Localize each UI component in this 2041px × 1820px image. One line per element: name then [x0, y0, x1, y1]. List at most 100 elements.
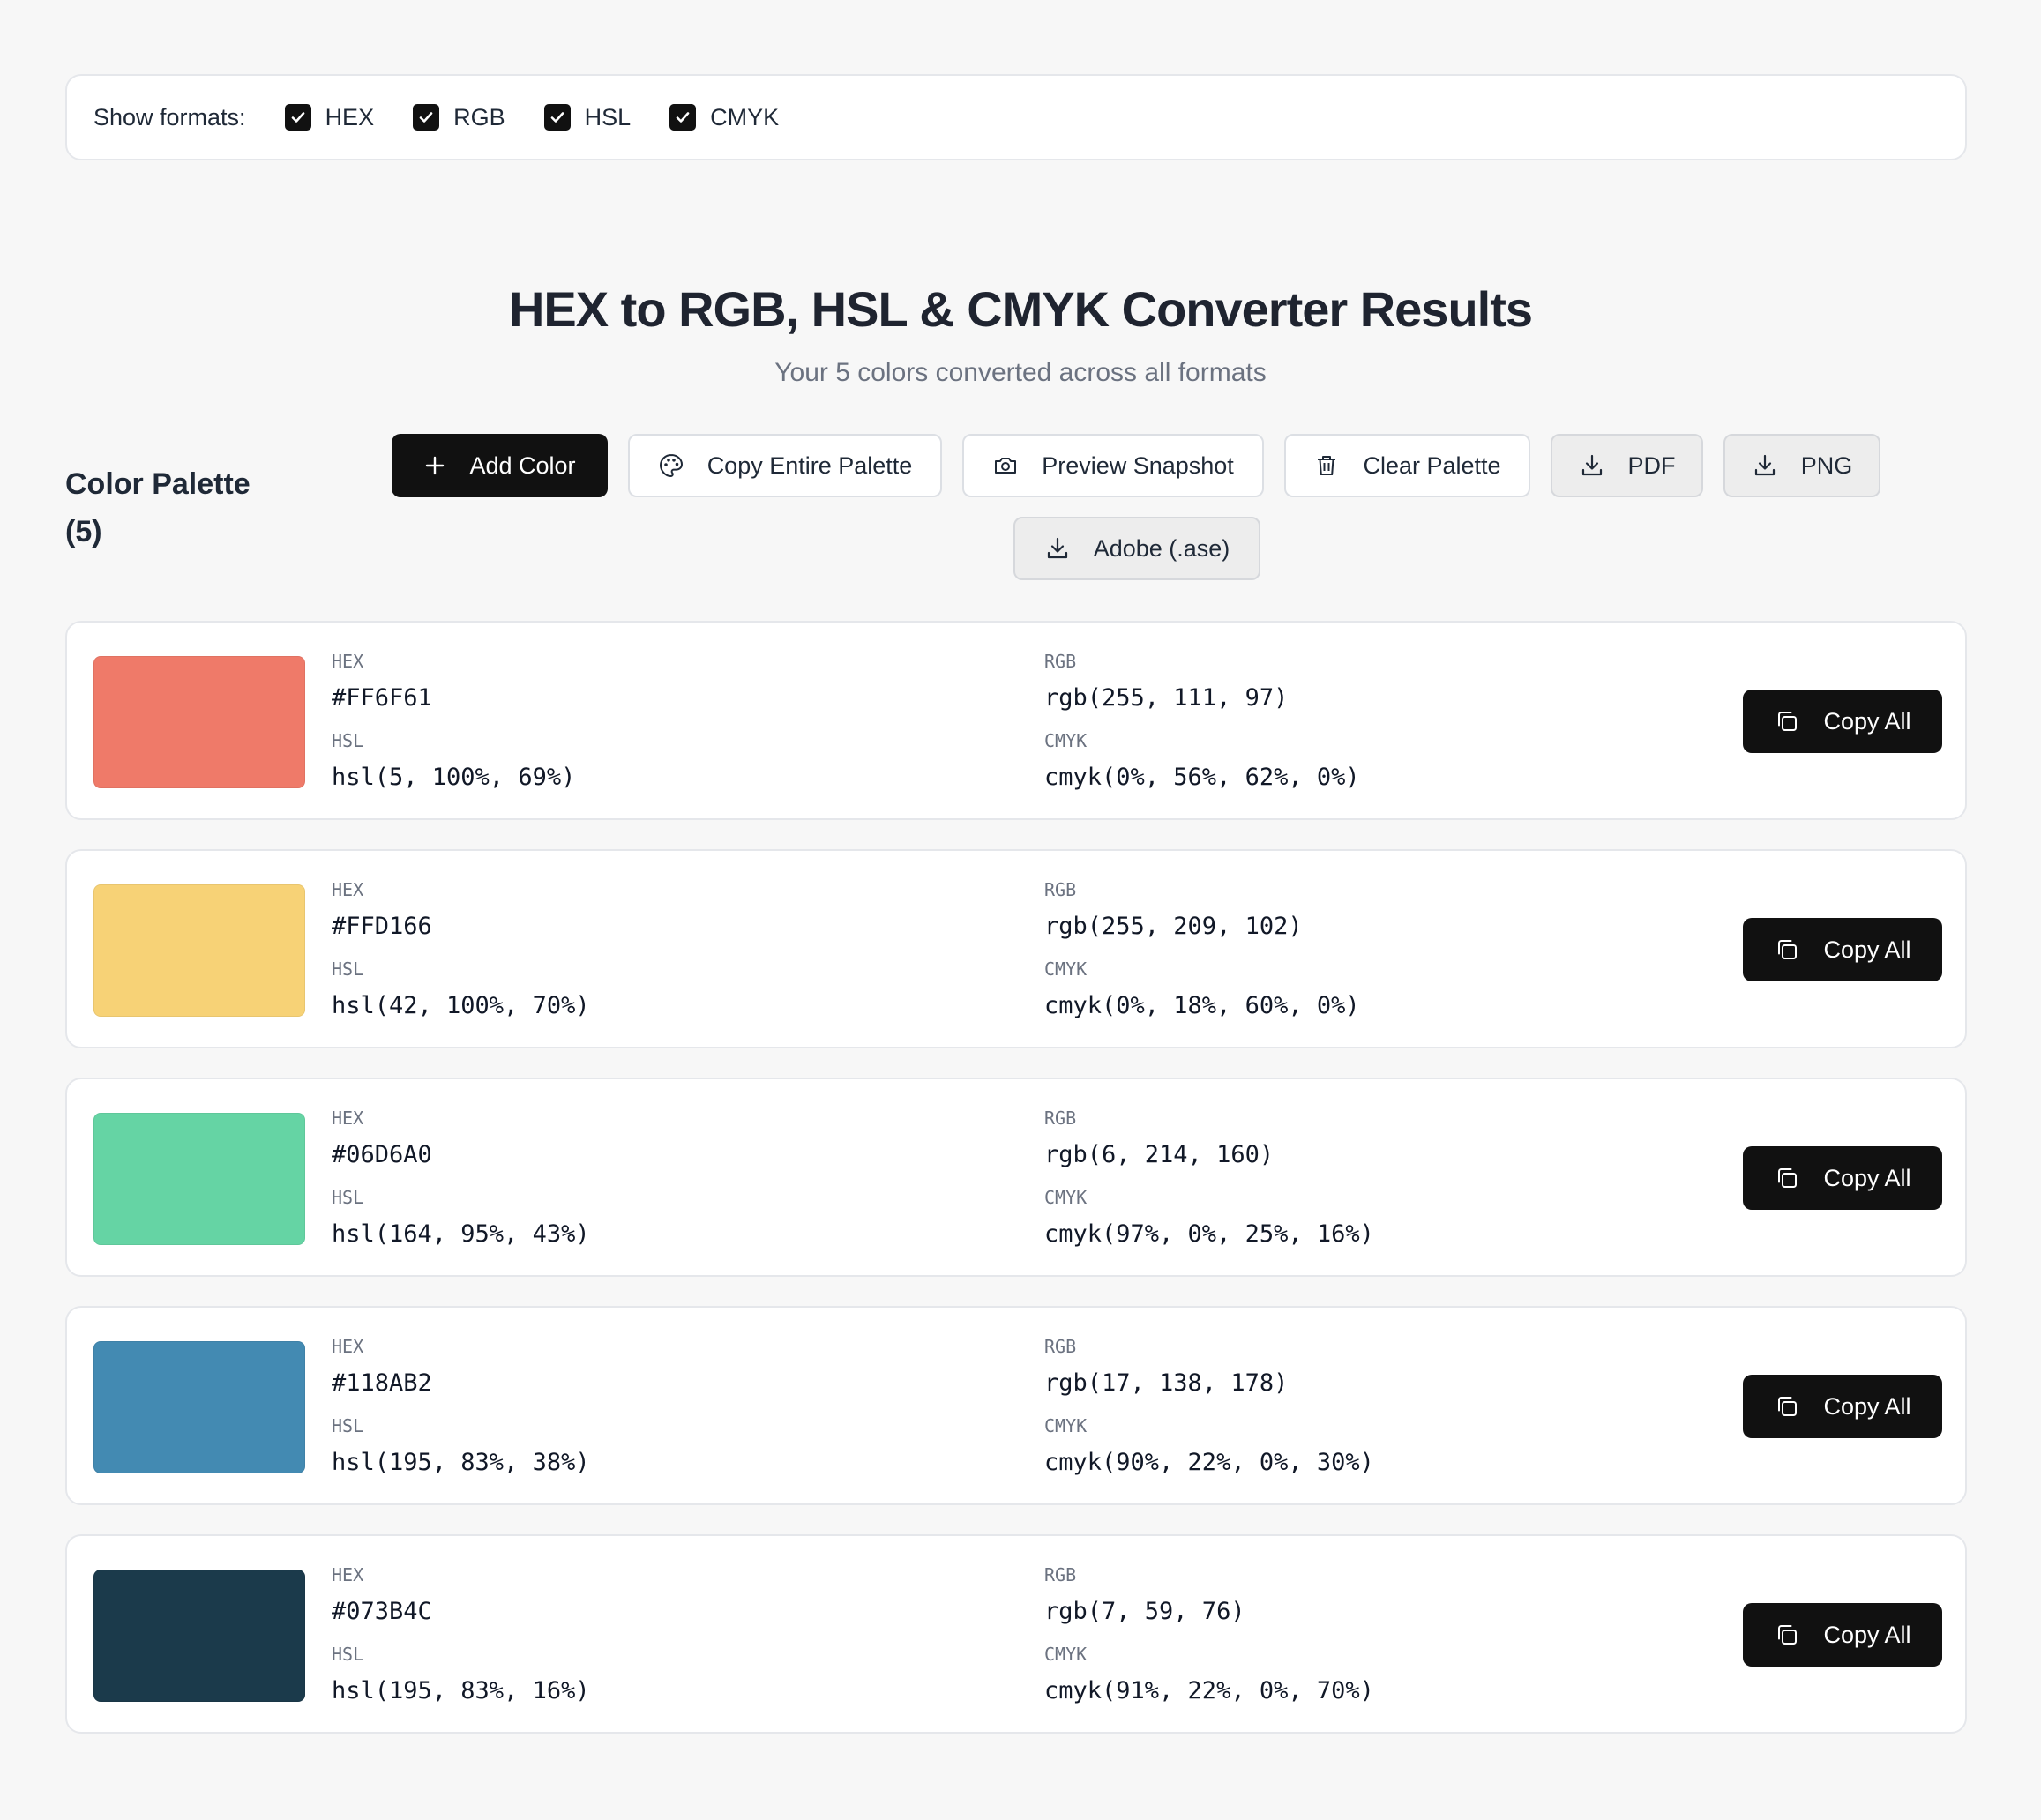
color-swatch: [93, 1341, 305, 1473]
color-swatch: [93, 884, 305, 1017]
cmyk-value[interactable]: cmyk(0%, 56%, 62%, 0%): [1044, 764, 1360, 791]
hsl-value[interactable]: hsl(42, 100%, 70%): [332, 992, 590, 1019]
hsl-label: HSL: [332, 730, 364, 751]
rgb-label: RGB: [1044, 1336, 1077, 1357]
clear-palette-label: Clear Palette: [1363, 451, 1501, 479]
page-subtitle: Your 5 colors converted across all forma…: [774, 358, 1267, 387]
rgb-label: RGB: [1044, 651, 1077, 672]
rgb-value[interactable]: rgb(255, 209, 102): [1044, 913, 1303, 940]
hex-label: HEX: [332, 1336, 364, 1357]
copy-all-button[interactable]: Copy All: [1743, 690, 1942, 753]
copy-icon: [1774, 1165, 1800, 1191]
hex-value[interactable]: #073B4C: [332, 1598, 432, 1625]
hex-value[interactable]: #06D6A0: [332, 1141, 432, 1168]
checkbox-checked-icon[interactable]: [669, 104, 697, 131]
copy-icon: [1774, 936, 1800, 963]
plus-icon: [423, 454, 446, 477]
hsl-label: HSL: [332, 1644, 364, 1665]
copy-all-button[interactable]: Copy All: [1743, 918, 1942, 981]
download-ase-label: Adobe (.ase): [1093, 534, 1230, 562]
download-icon: [1044, 535, 1071, 562]
clear-palette-button[interactable]: Clear Palette: [1284, 434, 1530, 497]
rgb-value[interactable]: rgb(17, 138, 178): [1044, 1369, 1288, 1397]
rgb-label: RGB: [1044, 879, 1077, 900]
format-label-hsl: HSL: [584, 103, 632, 131]
converter-results-page: Show formats: HEX RGB HSL CMYK HEX to RG…: [0, 0, 2041, 1820]
page-title: HEX to RGB, HSL & CMYK Converter Results: [508, 281, 1533, 337]
checkbox-checked-icon[interactable]: [543, 104, 571, 131]
format-toggle-cmyk[interactable]: CMYK: [669, 104, 779, 131]
cmyk-label: CMYK: [1044, 730, 1088, 751]
cmyk-value[interactable]: cmyk(90%, 22%, 0%, 30%): [1044, 1449, 1374, 1476]
add-color-button[interactable]: Add Color: [392, 434, 608, 497]
checkbox-checked-icon[interactable]: [413, 104, 440, 131]
copy-all-label: Copy All: [1823, 936, 1911, 963]
hex-value[interactable]: #FF6F61: [332, 684, 432, 712]
format-toggle-hex[interactable]: HEX: [284, 103, 375, 131]
camera-icon: [992, 452, 1019, 479]
copy-all-label: Copy All: [1823, 1164, 1911, 1191]
checkbox-checked-icon[interactable]: [284, 104, 311, 131]
hex-label: HEX: [332, 1564, 364, 1585]
download-pdf-button[interactable]: PDF: [1551, 434, 1703, 497]
copy-all-button[interactable]: Copy All: [1743, 1603, 1942, 1667]
download-pdf-label: PDF: [1627, 451, 1676, 479]
format-bar-label: Show formats:: [93, 103, 246, 131]
format-toggle-hsl[interactable]: HSL: [543, 103, 632, 131]
copy-icon: [1774, 1622, 1800, 1648]
trash-icon: [1313, 452, 1340, 479]
cmyk-value[interactable]: cmyk(91%, 22%, 0%, 70%): [1044, 1677, 1374, 1704]
hsl-label: HSL: [332, 958, 364, 980]
format-toggle-bar: Show formats: HEX RGB HSL CMYK: [65, 74, 1967, 160]
cmyk-value[interactable]: cmyk(0%, 18%, 60%, 0%): [1044, 992, 1360, 1019]
hex-label: HEX: [332, 1108, 364, 1129]
palette-icon: [658, 452, 684, 479]
cmyk-label: CMYK: [1044, 1187, 1088, 1208]
cmyk-label: CMYK: [1044, 1644, 1088, 1665]
hsl-label: HSL: [332, 1187, 364, 1208]
color-swatch: [93, 656, 305, 788]
format-label-cmyk: CMYK: [710, 103, 780, 131]
copy-all-label: Copy All: [1823, 1392, 1911, 1420]
copy-all-label: Copy All: [1823, 707, 1911, 735]
rgb-value[interactable]: rgb(7, 59, 76): [1044, 1598, 1245, 1625]
hsl-value[interactable]: hsl(195, 83%, 38%): [332, 1449, 590, 1476]
color-swatch: [93, 1570, 305, 1702]
add-color-label: Add Color: [469, 451, 576, 479]
rgb-value[interactable]: rgb(255, 111, 97): [1044, 684, 1288, 712]
hex-value[interactable]: #118AB2: [332, 1369, 432, 1397]
hsl-value[interactable]: hsl(164, 95%, 43%): [332, 1220, 590, 1248]
rgb-label: RGB: [1044, 1564, 1077, 1585]
color-swatch: [93, 1113, 305, 1245]
hex-label: HEX: [332, 651, 364, 672]
copy-palette-button[interactable]: Copy Entire Palette: [628, 434, 942, 497]
rgb-value[interactable]: rgb(6, 214, 160): [1044, 1141, 1274, 1168]
copy-palette-label: Copy Entire Palette: [706, 451, 913, 479]
copy-icon: [1774, 708, 1800, 735]
cmyk-label: CMYK: [1044, 1415, 1088, 1436]
copy-all-button[interactable]: Copy All: [1743, 1146, 1942, 1210]
download-ase-button[interactable]: Adobe (.ase): [1013, 517, 1260, 580]
format-label-rgb: RGB: [453, 103, 505, 131]
preview-snapshot-button[interactable]: Preview Snapshot: [962, 434, 1264, 497]
color-row: HEX #06D6A0 HSL hsl(164, 95%, 43%) RGB r…: [65, 1078, 1967, 1277]
download-icon: [1752, 452, 1778, 479]
download-png-button[interactable]: PNG: [1723, 434, 1880, 497]
hsl-value[interactable]: hsl(5, 100%, 69%): [332, 764, 575, 791]
download-icon: [1579, 452, 1605, 479]
hsl-value[interactable]: hsl(195, 83%, 16%): [332, 1677, 590, 1704]
cmyk-label: CMYK: [1044, 958, 1088, 980]
hex-value[interactable]: #FFD166: [332, 913, 432, 940]
color-row: HEX #073B4C HSL hsl(195, 83%, 16%) RGB r…: [65, 1534, 1967, 1734]
format-toggle-rgb[interactable]: RGB: [413, 104, 505, 131]
color-row: HEX #FF6F61 HSL hsl(5, 100%, 69%) RGB rg…: [65, 621, 1967, 820]
format-label-hex: HEX: [325, 103, 375, 131]
hex-label: HEX: [332, 879, 364, 900]
cmyk-value[interactable]: cmyk(97%, 0%, 25%, 16%): [1044, 1220, 1374, 1248]
copy-all-label: Copy All: [1823, 1621, 1911, 1648]
color-row: HEX #118AB2 HSL hsl(195, 83%, 38%) RGB r…: [65, 1306, 1967, 1505]
preview-snapshot-label: Preview Snapshot: [1042, 451, 1234, 479]
copy-all-button[interactable]: Copy All: [1743, 1375, 1942, 1438]
rgb-label: RGB: [1044, 1108, 1077, 1129]
color-row: HEX #FFD166 HSL hsl(42, 100%, 70%) RGB r…: [65, 849, 1967, 1048]
